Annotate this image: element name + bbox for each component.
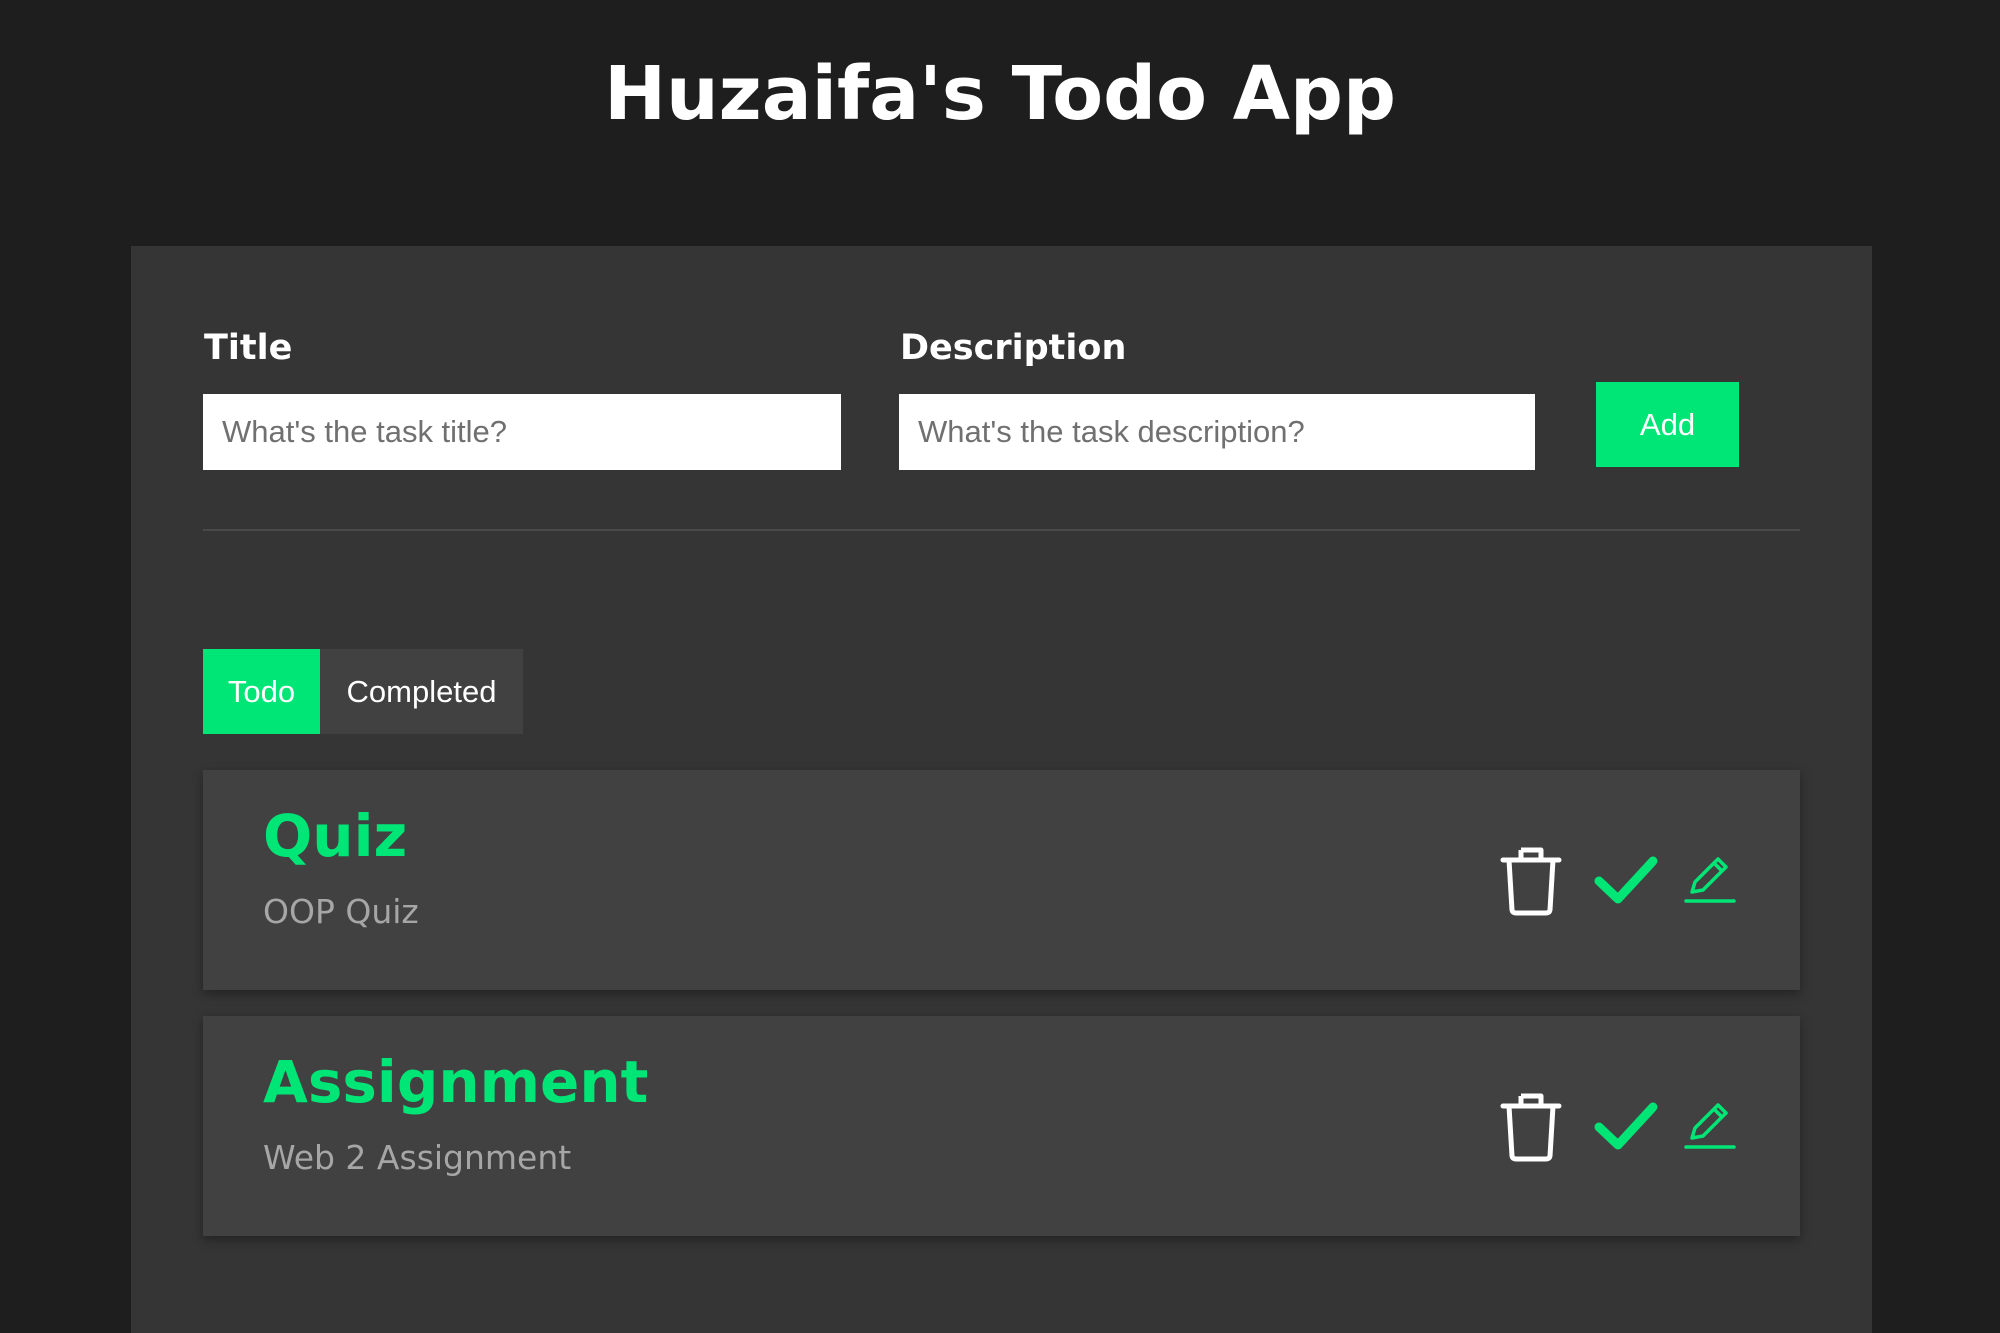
delete-button[interactable]: [1491, 840, 1571, 920]
tab-todo[interactable]: Todo: [203, 649, 320, 734]
page-title: Huzaifa's Todo App: [604, 51, 1396, 137]
check-icon: [1594, 856, 1658, 904]
todo-description: Web 2 Assignment: [263, 1138, 572, 1177]
todo-card: Title Description Add Todo Completed Qui…: [131, 246, 1872, 1333]
pencil-icon: [1684, 1103, 1736, 1149]
edit-button[interactable]: [1671, 1086, 1751, 1166]
todo-item: Assignment Web 2 Assignment: [203, 1016, 1800, 1236]
check-icon: [1594, 1102, 1658, 1150]
complete-button[interactable]: [1586, 840, 1666, 920]
edit-button[interactable]: [1671, 840, 1751, 920]
title-input[interactable]: [203, 394, 841, 470]
todo-title: Assignment: [263, 1048, 649, 1116]
todo-title: Quiz: [263, 802, 408, 870]
add-button[interactable]: Add: [1596, 382, 1739, 467]
title-label: Title: [204, 328, 293, 368]
tab-bar: Todo Completed: [203, 649, 523, 734]
trash-icon: [1500, 1093, 1562, 1162]
delete-button[interactable]: [1491, 1086, 1571, 1166]
tab-completed[interactable]: Completed: [320, 649, 523, 734]
description-label: Description: [900, 328, 1127, 368]
trash-icon: [1500, 847, 1562, 916]
description-input[interactable]: [899, 394, 1535, 470]
divider: [203, 529, 1800, 531]
complete-button[interactable]: [1586, 1086, 1666, 1166]
todo-description: OOP Quiz: [263, 892, 419, 931]
pencil-icon: [1684, 857, 1736, 903]
todo-item: Quiz OOP Quiz: [203, 770, 1800, 990]
